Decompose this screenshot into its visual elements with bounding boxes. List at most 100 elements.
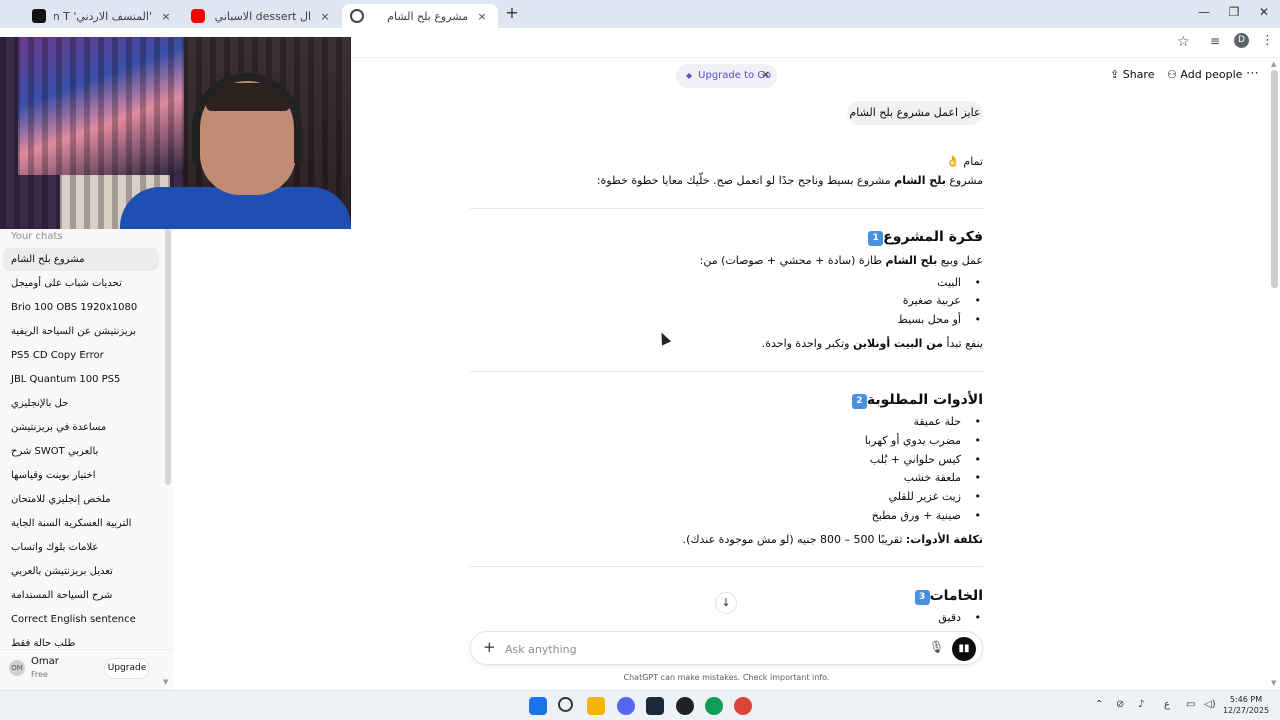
tiktok-icon xyxy=(32,9,46,23)
sidebar-chat-item[interactable]: طلب حالة فقط xyxy=(3,632,159,649)
search-icon[interactable] xyxy=(558,697,573,712)
waveform-icon: ▮▮ xyxy=(958,643,970,654)
dismiss-icon[interactable]: ✕ xyxy=(762,64,770,88)
app-icon[interactable] xyxy=(676,697,694,715)
share-button[interactable]: ⇪ Share xyxy=(1110,68,1154,81)
sidebar-chat-item[interactable]: حل بالإنجليزي xyxy=(3,392,159,415)
share-label: Share xyxy=(1122,68,1155,81)
system-clock[interactable]: 5:46 PM 12/27/2025 xyxy=(1222,694,1270,716)
assistant-intro-line: تمام 👌 xyxy=(946,155,983,168)
close-tab-icon[interactable]: × xyxy=(474,10,490,23)
add-people-button[interactable]: ⚇ Add people xyxy=(1167,68,1242,81)
windows-start-icon[interactable] xyxy=(529,697,547,715)
scroll-down-arrow-icon[interactable]: ▼ xyxy=(1271,679,1276,687)
scroll-down-arrow-icon[interactable]: ▼ xyxy=(163,678,168,686)
sidebar-chat-item[interactable]: علامات بلوك واتساب xyxy=(3,536,159,559)
diamond-icon: ◆ xyxy=(686,71,693,80)
edge-icon[interactable] xyxy=(705,697,723,715)
profile-avatar[interactable]: D xyxy=(1234,33,1249,48)
section-title: الأدوات المطلوبة xyxy=(866,392,983,408)
section-heading: فكرة المشروع1 xyxy=(862,229,983,246)
discord-icon[interactable] xyxy=(617,697,635,715)
close-tab-icon[interactable]: × xyxy=(317,10,333,23)
tab-tiktok[interactable]: 'المنسف الاردني' Find(+99) on T × xyxy=(24,4,182,28)
ask-input[interactable] xyxy=(505,641,905,657)
intro-bold: بلح الشام xyxy=(894,174,946,187)
file-explorer-icon[interactable] xyxy=(587,697,605,715)
minimize-button[interactable]: — xyxy=(1194,5,1214,21)
tab-chatgpt[interactable]: مشروع بلح الشام × xyxy=(342,4,498,28)
section-heading: الأدوات المطلوبة2 xyxy=(846,392,983,409)
volume-icon[interactable]: ◁) xyxy=(1204,699,1216,710)
sidebar-chat-item[interactable]: مشروع بلح الشام xyxy=(3,248,159,271)
footer-bold: تكلفة الأدوات: xyxy=(905,533,983,546)
tab-title: 'المنسف الاردني' Find(+99) on T xyxy=(54,9,152,23)
sidebar-chat-item[interactable]: PS5 CD Copy Error xyxy=(3,344,159,367)
section-heading: الخامات3 xyxy=(909,588,983,605)
browser-menu-icon[interactable]: ⋮ xyxy=(1261,33,1274,48)
intro-text: مشروع xyxy=(945,174,983,187)
user-avatar[interactable]: OM xyxy=(9,660,25,676)
more-options-icon[interactable]: ⋯ xyxy=(1246,66,1259,81)
user-message-bubble: عايز اعمل مشروع بلح الشام xyxy=(847,101,983,125)
sidebar-chat-item[interactable]: تعديل بريزنتيشن بالعربي xyxy=(3,560,159,583)
sidebar-chat-item[interactable]: ملخص إنجليزي للامتحان xyxy=(3,488,159,511)
user-plan: Free xyxy=(31,670,48,679)
close-tab-icon[interactable]: × xyxy=(158,10,174,23)
number-badge: 2 xyxy=(851,394,867,409)
disclaimer-text: ChatGPT can make mistakes. Check importa… xyxy=(623,673,830,682)
number-badge: 3 xyxy=(914,590,930,605)
lead-text: طازة (سادة + محشي + صوصات) من: xyxy=(699,254,886,267)
sidebar-chat-item[interactable]: شرح SWOT بالعربي xyxy=(3,440,159,463)
bullet-item: مضرب يدوي أو كهربا xyxy=(865,434,982,447)
language-indicator[interactable]: ع xyxy=(1164,699,1170,710)
media-control-icon[interactable]: ≡ xyxy=(1210,34,1220,48)
voice-mode-button[interactable]: ▮▮ xyxy=(952,637,976,661)
sidebar-chat-item[interactable]: مساعدة في بريزنتيشن xyxy=(3,416,159,439)
message-composer: + 🎙 ▮▮ xyxy=(470,631,983,665)
footer-text: وتكبر واحدة واحدة. xyxy=(761,337,853,350)
sidebar-chat-item[interactable]: بريزنتيشن عن السياحة الريفية xyxy=(3,320,159,343)
section-title: الخامات xyxy=(929,588,983,604)
sidebar-chat-item[interactable]: Correct English sentence xyxy=(3,608,159,631)
maximize-button[interactable]: ❐ xyxy=(1224,5,1244,21)
network-off-icon[interactable]: ⊘ xyxy=(1116,699,1124,710)
steam-icon[interactable] xyxy=(646,697,664,715)
sidebar-chat-item[interactable]: اختيار بوينت وقياسها xyxy=(3,464,159,487)
arrow-down-icon: ↓ xyxy=(721,596,731,609)
sidebar-chat-item[interactable]: تحديات شباب على أوميجل xyxy=(3,272,159,295)
tab-title: مشروع بلح الشام xyxy=(387,9,468,23)
upgrade-button[interactable]: Upgrade xyxy=(104,658,150,679)
scroll-to-bottom-button[interactable]: ↓ xyxy=(715,592,737,614)
bullet-item: ملعقة خشب xyxy=(904,471,982,484)
plus-icon[interactable]: + xyxy=(483,638,496,656)
mouse-cursor-icon xyxy=(656,330,672,346)
tab-youtube[interactable]: ال dessert الاسباني في مصر | شا × xyxy=(183,4,341,28)
sidebar-chat-item[interactable]: التربية العسكرية السنة الجاية xyxy=(3,512,159,535)
lead-bold: بلح الشام xyxy=(885,254,938,267)
sidebar-chat-item[interactable]: JBL Quantum 100 PS5 xyxy=(3,368,159,391)
upgrade-to-go-pill[interactable]: ◆ Upgrade to Go ✕ xyxy=(676,64,777,88)
bookmark-star-icon[interactable]: ☆ xyxy=(1177,34,1190,50)
chatgpt-icon xyxy=(350,9,364,23)
add-people-label: Add people xyxy=(1180,68,1243,81)
bullet-item: حلة عميقة xyxy=(913,415,980,428)
microphone-icon[interactable]: 🎙 xyxy=(929,640,944,654)
bullet-item: أو محل بسيط xyxy=(898,313,982,326)
microphone-tray-icon[interactable]: ♪ xyxy=(1138,699,1144,710)
sidebar-chat-item[interactable]: شرح السياحة المستدامة xyxy=(3,584,159,607)
display-icon[interactable]: ▭ xyxy=(1186,699,1195,710)
scroll-up-arrow-icon[interactable]: ▲ xyxy=(1271,60,1276,68)
main-scrollbar[interactable] xyxy=(1271,70,1278,288)
sidebar-scrollbar[interactable] xyxy=(165,229,171,485)
sidebar-chat-item[interactable]: Brio 100 OBS 1920x1080 xyxy=(3,296,159,319)
section-lead: عمل وبيع بلح الشام طازة (سادة + محشي + ص… xyxy=(700,254,983,267)
windows-taskbar: ⌃ ⊘ ♪ ع ▭ ◁) 5:46 PM 12/27/2025 xyxy=(0,690,1280,720)
tray-chevron-icon[interactable]: ⌃ xyxy=(1095,699,1103,710)
chat-sidebar: Your chats مشروع بلح الشام تحديات شباب ع… xyxy=(0,229,173,690)
webcam-overlay xyxy=(0,37,351,229)
close-window-button[interactable]: ✕ xyxy=(1254,5,1274,21)
person-icon: ⚇ xyxy=(1167,68,1177,81)
new-tab-button[interactable]: + xyxy=(504,5,520,21)
chrome-icon[interactable] xyxy=(734,697,752,715)
